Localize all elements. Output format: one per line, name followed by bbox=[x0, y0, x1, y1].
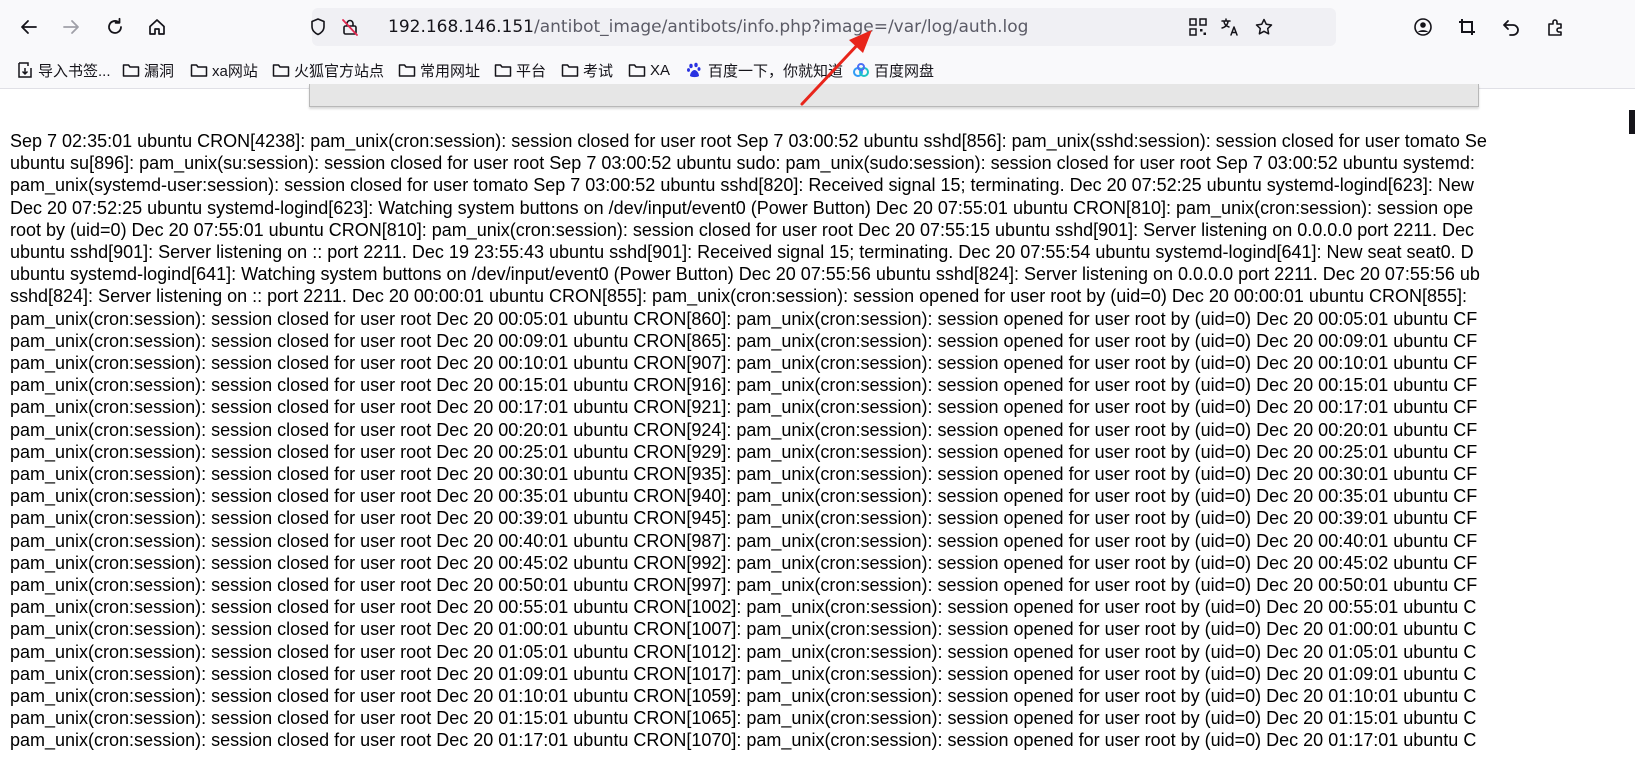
home-button[interactable] bbox=[142, 12, 172, 42]
crop-icon bbox=[1459, 19, 1475, 35]
bookmark-baidupan[interactable]: 百度网盘 bbox=[852, 60, 934, 80]
baidupan-icon bbox=[853, 63, 869, 77]
folder-icon bbox=[122, 64, 140, 77]
bookmark-import[interactable]: 导入书签... bbox=[16, 60, 111, 80]
forward-icon bbox=[63, 20, 79, 34]
log-line: pam_unix(cron:session): session closed f… bbox=[10, 730, 1477, 751]
log-line: ubuntu systemd-logind[641]: Watching sys… bbox=[10, 264, 1480, 285]
bookmark-label: 考试 bbox=[583, 62, 614, 80]
import-icon bbox=[18, 62, 32, 78]
bookmark-label: 百度网盘 bbox=[874, 62, 935, 80]
folder-icon bbox=[494, 64, 512, 77]
bookmark-label: XA bbox=[650, 61, 671, 79]
crop-button[interactable] bbox=[1452, 12, 1482, 42]
log-line: Dec 20 07:52:25 ubuntu systemd-logind[62… bbox=[10, 197, 1474, 218]
bookmark-folder-xa[interactable]: XA bbox=[628, 60, 670, 80]
bookmark-baidu[interactable]: 百度一下，你就知道 bbox=[686, 60, 843, 80]
url-bar[interactable]: 192.168.146.151/antibot_image/antibots/i… bbox=[311, 8, 1336, 46]
reload-button[interactable] bbox=[100, 12, 130, 42]
folder-icon bbox=[561, 64, 579, 77]
back-button[interactable] bbox=[14, 12, 44, 42]
log-line: pam_unix(cron:session): session closed f… bbox=[10, 530, 1478, 551]
folder-icon bbox=[272, 64, 290, 77]
shield-icon[interactable] bbox=[308, 17, 328, 37]
log-line: pam_unix(cron:session): session closed f… bbox=[10, 663, 1477, 684]
back-icon bbox=[21, 20, 37, 34]
auth-log-content: Sep 7 02:35:01 ubuntu CRON[4238]: pam_un… bbox=[10, 130, 1635, 760]
bookmark-label: 漏洞 bbox=[144, 62, 175, 80]
log-line: pam_unix(cron:session): session closed f… bbox=[10, 375, 1478, 396]
log-line: pam_unix(cron:session): session closed f… bbox=[10, 330, 1478, 351]
log-line: pam_unix(cron:session): session closed f… bbox=[10, 419, 1478, 440]
bookmark-label: 火狐官方站点 bbox=[294, 62, 385, 80]
folder-icon bbox=[398, 64, 416, 77]
reload-icon bbox=[108, 17, 122, 34]
undo-icon bbox=[1503, 20, 1519, 36]
extensions-icon bbox=[1548, 19, 1562, 36]
log-line: root by (uid=0) Dec 20 07:55:01 ubuntu C… bbox=[10, 219, 1475, 240]
bookmark-folder-loudong[interactable]: 漏洞 bbox=[122, 60, 174, 80]
log-line: pam_unix(cron:session): session closed f… bbox=[10, 397, 1478, 418]
log-line: pam_unix(cron:session): session closed f… bbox=[10, 486, 1478, 507]
bookmark-label: 平台 bbox=[516, 62, 547, 80]
log-line: pam_unix(cron:session): session closed f… bbox=[10, 441, 1478, 462]
log-line: pam_unix(cron:session): session closed f… bbox=[10, 597, 1477, 618]
log-line: Sep 7 02:35:01 ubuntu CRON[4238]: pam_un… bbox=[10, 131, 1487, 151]
insecure-lock-icon[interactable] bbox=[340, 17, 360, 37]
bookmark-folder-platform[interactable]: 平台 bbox=[494, 60, 546, 80]
folder-icon bbox=[628, 64, 646, 77]
log-line: pam_unix(cron:session): session closed f… bbox=[10, 619, 1477, 640]
translate-icon[interactable] bbox=[1220, 17, 1240, 37]
embedded-frame bbox=[309, 84, 1479, 107]
url-text[interactable]: 192.168.146.151/antibot_image/antibots/i… bbox=[388, 17, 1028, 37]
star-icon[interactable] bbox=[1254, 17, 1274, 37]
account-button[interactable] bbox=[1408, 12, 1438, 42]
log-line: pam_unix(cron:session): session closed f… bbox=[10, 353, 1478, 374]
log-line: pam_unix(cron:session): session closed f… bbox=[10, 641, 1477, 662]
bookmark-label: 常用网址 bbox=[420, 62, 481, 80]
log-line: ubuntu su[896]: pam_unix(su:session): se… bbox=[10, 153, 1475, 174]
forward-button[interactable] bbox=[56, 12, 86, 42]
account-icon bbox=[1414, 18, 1432, 36]
bookmark-folder-xa-site[interactable]: xa网站 bbox=[190, 60, 258, 80]
bookmark-folder-common[interactable]: 常用网址 bbox=[398, 60, 480, 80]
log-line: pam_unix(cron:session): session closed f… bbox=[10, 308, 1478, 329]
home-icon bbox=[149, 19, 165, 35]
log-line: ubuntu sshd[901]: Server listening on ::… bbox=[10, 242, 1474, 263]
url-path: /antibot_image/antibots/info.php?image=/… bbox=[534, 17, 1029, 37]
qr-code-icon[interactable] bbox=[1188, 17, 1208, 37]
bookmark-folder-firefox[interactable]: 火狐官方站点 bbox=[272, 60, 384, 80]
bookmark-label: 导入书签... bbox=[38, 62, 111, 80]
log-line: pam_unix(cron:session): session closed f… bbox=[10, 552, 1478, 573]
extensions-button[interactable] bbox=[1540, 12, 1570, 42]
baidu-icon bbox=[687, 62, 701, 78]
undo-button[interactable] bbox=[1496, 12, 1526, 42]
bookmark-label: xa网站 bbox=[212, 62, 258, 80]
log-line: pam_unix(systemd-user:session): session … bbox=[10, 175, 1474, 196]
url-host: 192.168.146.151 bbox=[388, 17, 535, 37]
log-line: pam_unix(cron:session): session closed f… bbox=[10, 464, 1478, 485]
log-line: pam_unix(cron:session): session closed f… bbox=[10, 686, 1477, 707]
log-line: pam_unix(cron:session): session closed f… bbox=[10, 708, 1477, 729]
log-line: sshd[824]: Server listening on :: port 2… bbox=[10, 286, 1468, 307]
bookmark-label: 百度一下，你就知道 bbox=[708, 62, 844, 80]
bookmark-folder-exam[interactable]: 考试 bbox=[561, 60, 613, 80]
browser-toolbar: 192.168.146.151/antibot_image/antibots/i… bbox=[0, 0, 1635, 52]
folder-icon bbox=[190, 64, 208, 77]
log-line: pam_unix(cron:session): session closed f… bbox=[10, 575, 1478, 596]
log-line: pam_unix(cron:session): session closed f… bbox=[10, 508, 1478, 529]
